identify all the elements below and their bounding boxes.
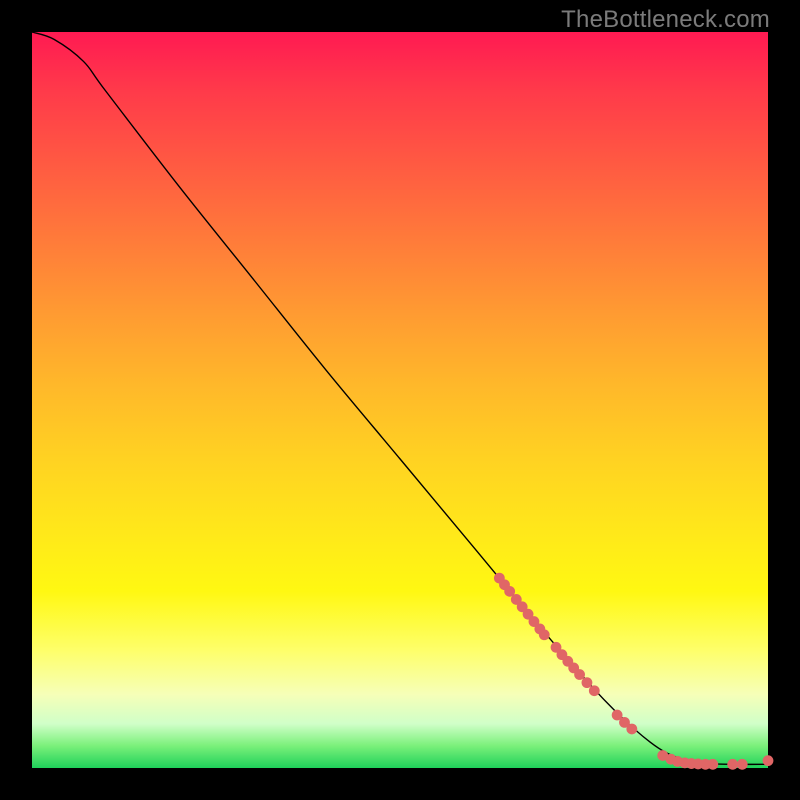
data-marker <box>589 685 600 696</box>
chart-overlay <box>32 32 768 768</box>
data-marker <box>539 629 550 640</box>
data-marker <box>582 677 593 688</box>
data-marker <box>727 759 738 770</box>
chart-frame: TheBottleneck.com <box>0 0 800 800</box>
watermark-text: TheBottleneck.com <box>561 6 770 34</box>
curve-layer <box>32 32 768 764</box>
data-marker <box>737 759 748 770</box>
data-marker <box>574 669 585 680</box>
scatter-layer <box>494 573 773 770</box>
data-marker <box>707 759 718 770</box>
data-marker <box>626 724 637 735</box>
bottleneck-curve <box>32 32 768 764</box>
data-marker <box>763 755 774 766</box>
